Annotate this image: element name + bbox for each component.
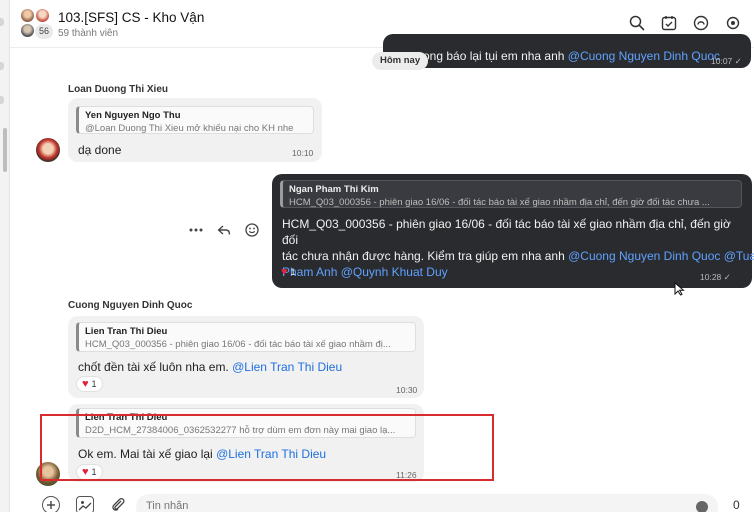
emoji-icon[interactable] — [696, 501, 708, 512]
mention-link[interactable]: @Lien Tran Thi Dieu — [232, 360, 342, 374]
quote-sender: Lien Tran Thi Dieu — [85, 326, 168, 337]
message-time: 10:28 ✓ — [700, 272, 731, 282]
mouse-cursor-icon — [674, 281, 686, 301]
mention-link[interactable]: @Tuan — [724, 249, 754, 263]
member-count[interactable]: 59 thành viên — [58, 28, 118, 39]
message-text: dạ done — [78, 143, 122, 157]
quoted-message[interactable]: Yen Nguyen Ngo Thu @Loan Duong Thi Xieu … — [76, 106, 314, 134]
group-title[interactable]: 103.[SFS] CS - Kho Vận — [58, 10, 204, 25]
message-text: HCM_Q03_000356 - phiên giao 16/06 - đối … — [282, 216, 754, 280]
panel-marker — [0, 62, 4, 70]
message-text: xong báo lại tụi em nha anh @Cuong Nguye… — [417, 48, 720, 64]
settings-icon[interactable] — [722, 12, 744, 34]
sender-name[interactable]: Cuong Nguyen Dinh Quoc — [68, 300, 192, 311]
date-divider: Hôm nay — [372, 52, 429, 70]
quote-text: HCM_Q03_000356 - phiên giao 16/06 - đối … — [85, 339, 391, 350]
quote-text: HCM_Q03_000356 - phiên giao 16/06 - đối … — [289, 197, 710, 208]
more-icon[interactable] — [186, 220, 206, 240]
search-icon[interactable] — [626, 12, 648, 34]
heart-icon: ♥ — [281, 265, 288, 278]
message-actions — [186, 220, 262, 240]
message-composer: 0 — [10, 488, 754, 512]
group-avatar[interactable]: 56 — [20, 8, 54, 40]
message-bubble-own[interactable]: Ngan Pham Thi Kim HCM_Q03_000356 - phiên… — [272, 174, 754, 288]
emoji-icon[interactable] — [242, 220, 262, 240]
calendar-icon[interactable] — [658, 12, 680, 34]
quote-sender: Yen Nguyen Ngo Thu — [85, 110, 181, 121]
quoted-message[interactable]: Ngan Pham Thi Kim HCM_Q03_000356 - phiên… — [280, 180, 742, 208]
message-text-part: tác chưa nhận được hàng. Kiểm tra giúp e… — [282, 249, 569, 263]
scrollbar-thumb[interactable] — [3, 128, 7, 172]
message-time: 10:07 ✓ — [711, 56, 742, 66]
message-line: HCM_Q03_000356 - phiên giao 16/06 - đối … — [282, 217, 731, 247]
mention-link[interactable]: @Quynh Khuat Duy — [341, 265, 448, 279]
reaction-count: 1 — [91, 379, 97, 389]
member-count-badge: 56 — [35, 24, 53, 39]
message-time: 10:30 — [396, 385, 418, 395]
reaction-badge[interactable]: ♥ 1 — [276, 264, 301, 280]
mention-link[interactable]: @Cuong Nguyen Dinh Quoc — [568, 249, 720, 263]
member-avatar — [20, 8, 35, 23]
avatar[interactable] — [36, 138, 60, 162]
image-icon[interactable] — [76, 496, 94, 512]
sender-name[interactable]: Loan Duong Thi Xieu — [68, 84, 168, 95]
message-line: tác chưa nhận được hàng. Kiểm tra giúp e… — [282, 248, 754, 264]
reaction-badge[interactable]: ♥ 1 — [76, 376, 103, 392]
message-text-part: xong báo lại tụi em nha anh — [417, 49, 568, 63]
message-time: 10:10 — [292, 148, 314, 158]
message-list[interactable]: xong báo lại tụi em nha anh @Cuong Nguye… — [10, 34, 754, 488]
panel-marker — [0, 96, 4, 104]
panel-marker — [0, 18, 4, 26]
heart-icon: ♥ — [82, 377, 89, 390]
left-panel-strip — [0, 0, 10, 512]
reply-icon[interactable] — [214, 220, 234, 240]
link-icon[interactable] — [690, 12, 712, 34]
annotation-highlight-box — [40, 414, 494, 481]
quote-text: @Loan Duong Thi Xieu mở khiếu nại cho KH… — [85, 123, 294, 134]
time-value: 10:28 — [700, 272, 722, 282]
attach-icon[interactable] — [110, 496, 126, 512]
message-input[interactable] — [146, 500, 646, 512]
member-avatar — [35, 8, 50, 23]
message-text-part: chốt đền tài xế luôn nha em. — [78, 360, 233, 374]
reaction-count: 1 — [290, 267, 296, 277]
message-bubble[interactable]: Lien Tran Thi Dieu HCM_Q03_000356 - phiê… — [68, 316, 424, 398]
time-value: 10:07 — [711, 56, 733, 66]
mention-link[interactable]: @Cuong Nguyen Dinh Quoc — [568, 49, 720, 63]
message-text: chốt đền tài xế luôn nha em. @Lien Tran … — [78, 359, 342, 375]
member-avatar — [20, 23, 35, 38]
add-icon[interactable] — [42, 496, 60, 512]
message-line: Pham Anh @Quynh Khuat Duy — [282, 264, 744, 280]
quoted-message[interactable]: Lien Tran Thi Dieu HCM_Q03_000356 - phiê… — [76, 322, 416, 352]
message-bubble-own[interactable]: xong báo lại tụi em nha anh @Cuong Nguye… — [383, 34, 751, 68]
quote-sender: Ngan Pham Thi Kim — [289, 184, 379, 195]
message-input-container — [136, 494, 718, 512]
send-counter[interactable]: 0 — [733, 498, 740, 512]
message-bubble[interactable]: Yen Nguyen Ngo Thu @Loan Duong Thi Xieu … — [68, 98, 322, 162]
